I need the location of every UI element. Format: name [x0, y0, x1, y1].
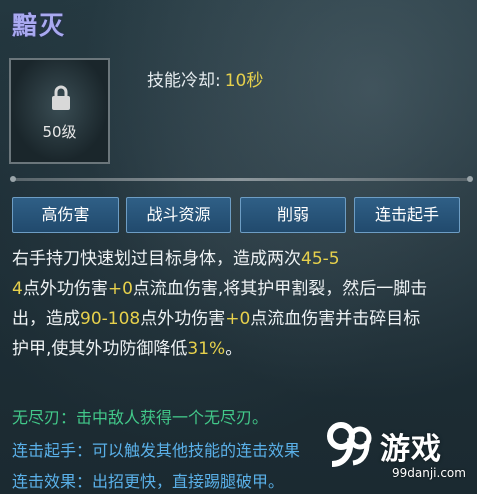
99-logo-icon — [327, 422, 372, 467]
cooldown-row: 技能冷却: 10秒 — [147, 66, 263, 91]
tag-high-damage[interactable]: 高伤害 — [12, 197, 119, 233]
desc-text: 右手持刀快速划过目标身体，造成两次 — [12, 249, 301, 269]
watermark-site: 99danji.com — [392, 466, 466, 480]
watermark-brand: 游戏 — [380, 432, 442, 467]
desc-text: 。 — [225, 339, 243, 359]
desc-number: +0 — [107, 279, 133, 299]
combo-effect-note: 连击效果：出招更快，直接踢腿破甲。 — [12, 472, 285, 491]
cooldown-value: 10秒 — [224, 71, 264, 91]
lock-icon — [52, 85, 70, 110]
desc-number: 4 — [12, 279, 23, 299]
desc-number: 31% — [187, 339, 226, 359]
cooldown-label: 技能冷却: — [147, 71, 221, 91]
unlock-level: 50级 — [42, 123, 77, 141]
desc-text: 点外功伤害 — [22, 279, 108, 299]
site-watermark: 游戏 99danji.com — [326, 418, 476, 492]
combo-starter-note: 连击起手：可以触发其他技能的连击效果 — [12, 441, 301, 460]
divider — [10, 176, 473, 182]
skill-icon-slot[interactable]: 50级 — [9, 58, 110, 164]
skill-description: 右手持刀快速划过目标身体，造成两次45-5 4点外功伤害+0点流血伤害,将其护甲割… — [12, 244, 437, 364]
skill-tooltip: 黯灭 50级 技能冷却: 10秒 高伤害 战斗资源 削弱 连击起手 右手持刀快速划… — [0, 0, 477, 494]
skill-name: 黯灭 — [12, 11, 67, 40]
desc-number: 45-5 — [301, 249, 340, 269]
tag-weaken[interactable]: 削弱 — [240, 197, 346, 233]
tag-combo-starter[interactable]: 连击起手 — [354, 197, 460, 233]
desc-number: +0 — [225, 309, 251, 329]
desc-text: 点外功伤害 — [140, 309, 226, 329]
endless-blade-note: 无尽刃：击中敌人获得一个无尽刃。 — [12, 408, 269, 427]
desc-number: 90-108 — [80, 309, 141, 329]
tag-combat-resource[interactable]: 战斗资源 — [126, 197, 231, 233]
